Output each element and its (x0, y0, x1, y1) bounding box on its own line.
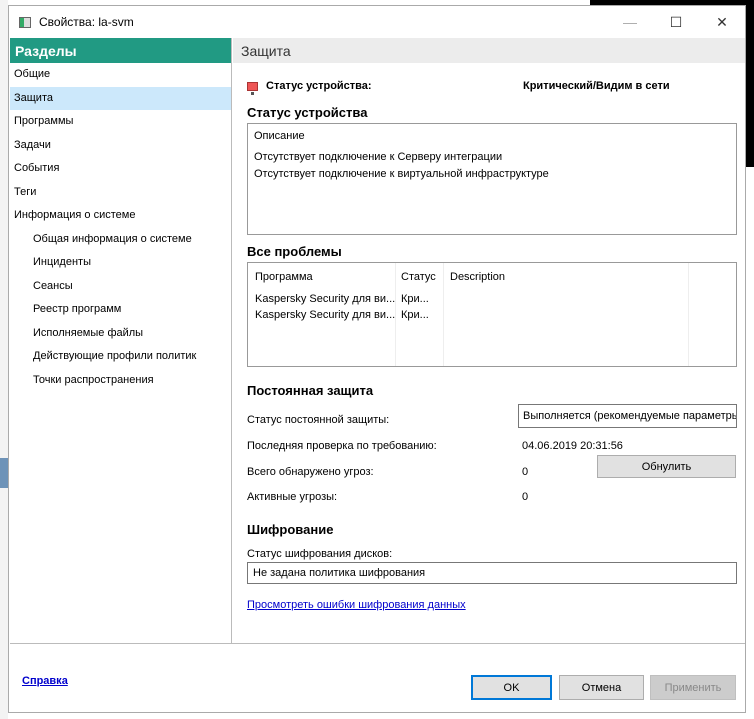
cancel-button[interactable]: Отмена (559, 675, 644, 700)
title-bar: Свойства: la-svm — ☐ ✕ (9, 6, 745, 38)
table-row[interactable]: Kaspersky Security для ви... Кри... (248, 309, 688, 325)
minimize-button[interactable]: — (607, 6, 653, 38)
protection-panel: Защита Статус устройства: Критический/Ви… (233, 38, 745, 643)
problems-table: Программа Статус Description Kaspersky S… (247, 262, 737, 367)
sidebar-item-program-registry[interactable]: Реестр программ (10, 298, 231, 322)
status-description-box: Описание Отсутствует подключение к Серве… (247, 123, 737, 235)
sidebar-item-incidents[interactable]: Инциденты (10, 251, 231, 275)
encryption-errors-link[interactable]: Просмотреть ошибки шифрования данных (247, 599, 466, 611)
sidebar-item-protection[interactable]: Защита (10, 86, 231, 110)
rtp-status-label: Статус постоянной защиты: (247, 414, 390, 426)
app-icon (19, 16, 31, 28)
device-status-value: Критический/Видим в сети (523, 80, 670, 92)
description-line: Отсутствует подключение к виртуальной ин… (254, 168, 549, 180)
sidebar-item-policy-profiles[interactable]: Действующие профили политик (10, 345, 231, 369)
table-row[interactable]: Kaspersky Security для ви... Кри... (248, 293, 688, 309)
sidebar-item-events[interactable]: События (10, 157, 231, 181)
maximize-button[interactable]: ☐ (653, 6, 699, 38)
last-scan-label: Последняя проверка по требованию: (247, 440, 437, 452)
encryption-status-field[interactable]: Не задана политика шифрования (247, 562, 737, 584)
device-status-icon (247, 81, 258, 95)
properties-dialog: Свойства: la-svm — ☐ ✕ Разделы Общие Защ… (8, 5, 746, 713)
reset-button[interactable]: Обнулить (597, 455, 736, 478)
device-status-label: Статус устройства: (266, 80, 372, 92)
column-header-status[interactable]: Статус (401, 271, 436, 283)
description-line: Отсутствует подключение к Серверу интегр… (254, 151, 503, 163)
sections-sidebar: Разделы Общие Защита Программы Задачи Со… (10, 38, 232, 643)
sidebar-item-programs[interactable]: Программы (10, 110, 231, 134)
sidebar-item-general[interactable]: Общие (10, 63, 231, 87)
last-scan-value: 04.06.2019 20:31:56 (522, 440, 623, 452)
dialog-footer: Справка OK Отмена Применить (10, 643, 745, 713)
close-button[interactable]: ✕ (699, 6, 745, 38)
apply-button[interactable]: Применить (650, 675, 736, 700)
sidebar-item-executables[interactable]: Исполняемые файлы (10, 322, 231, 346)
description-title: Описание (254, 130, 305, 142)
active-threats-label: Активные угрозы: (247, 491, 338, 503)
encryption-status-label: Статус шифрования дисков: (247, 548, 393, 560)
sidebar-item-tags[interactable]: Теги (10, 181, 231, 205)
cell-program: Kaspersky Security для ви... (255, 293, 396, 305)
sidebar-item-system-info[interactable]: Информация о системе (10, 204, 231, 228)
status-section-heading: Статус устройства (247, 105, 368, 120)
cell-program: Kaspersky Security для ви... (255, 309, 396, 321)
sidebar-header: Разделы (10, 38, 231, 63)
window-title: Свойства: la-svm (39, 15, 134, 29)
ok-button[interactable]: OK (471, 675, 552, 700)
problems-section-heading: Все проблемы (247, 244, 342, 259)
active-threats-value: 0 (522, 491, 529, 503)
threats-label: Всего обнаружено угроз: (247, 466, 374, 478)
threats-value: 0 (522, 466, 529, 478)
sidebar-item-distribution-points[interactable]: Точки распространения (10, 369, 231, 393)
column-header-program[interactable]: Программа (255, 271, 313, 283)
rtp-status-field[interactable]: Выполняется (рекомендуемые параметры) (518, 404, 737, 428)
help-link[interactable]: Справка (22, 675, 68, 687)
sidebar-item-sessions[interactable]: Сеансы (10, 275, 231, 299)
panel-title: Защита (233, 38, 745, 63)
encryption-section-heading: Шифрование (247, 522, 334, 537)
rtp-section-heading: Постоянная защита (247, 383, 374, 398)
cell-status: Кри... (401, 309, 429, 321)
background-window-left (0, 0, 8, 719)
sidebar-item-general-system-info[interactable]: Общая информация о системе (10, 228, 231, 252)
cell-status: Кри... (401, 293, 429, 305)
column-header-description[interactable]: Description (450, 271, 505, 283)
sidebar-item-tasks[interactable]: Задачи (10, 134, 231, 158)
